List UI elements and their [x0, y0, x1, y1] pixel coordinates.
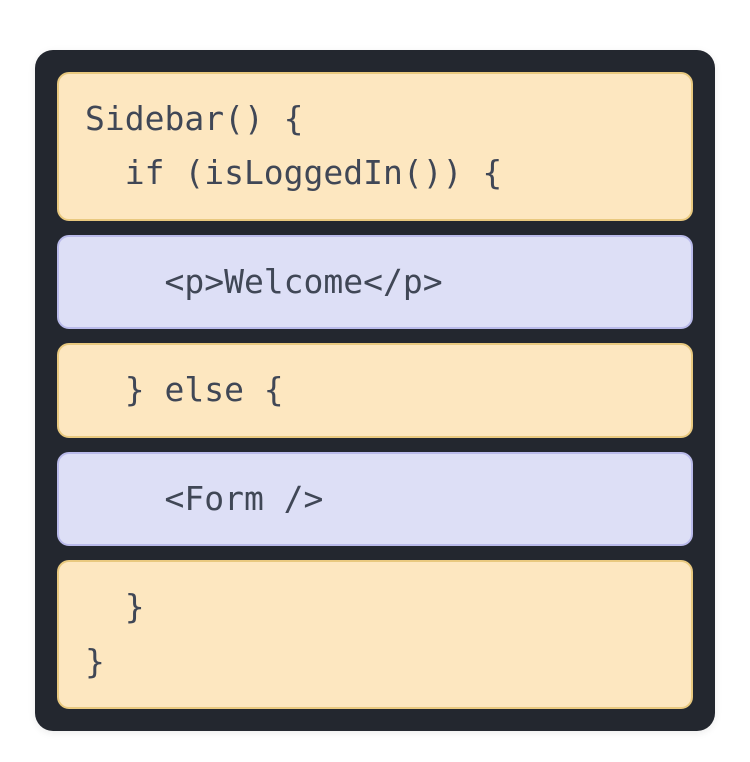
code-line: } [85, 642, 105, 681]
code-block-sidebar-if: Sidebar() { if (isLoggedIn()) { [57, 72, 693, 221]
code-block-welcome: <p>Welcome</p> [57, 235, 693, 329]
code-line: Sidebar() { [85, 99, 304, 138]
code-diagram-container: Sidebar() { if (isLoggedIn()) { <p>Welco… [35, 50, 715, 731]
code-line: if (isLoggedIn()) { [85, 153, 502, 192]
code-block-else: } else { [57, 343, 693, 437]
code-block-form: <Form /> [57, 452, 693, 546]
code-line: } [85, 587, 145, 626]
code-block-closing: } } [57, 560, 693, 709]
